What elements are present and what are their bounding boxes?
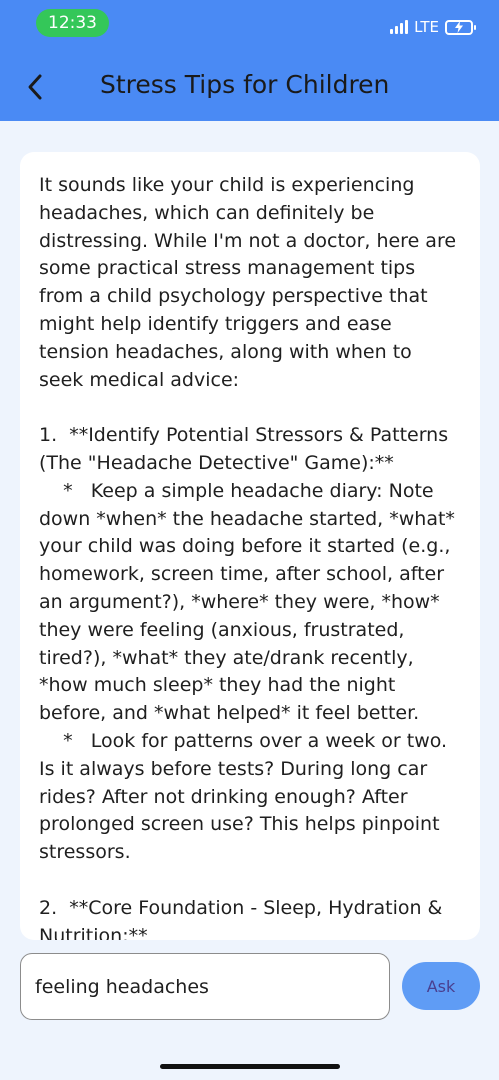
page-title: Stress Tips for Children — [100, 70, 390, 99]
response-text: It sounds like your child is experiencin… — [39, 174, 457, 940]
home-indicator — [160, 1064, 340, 1069]
ask-button[interactable]: Ask — [402, 962, 480, 1010]
app-header: 12:33 LTE Stress Tips for Children — [0, 0, 499, 121]
response-card[interactable]: It sounds like your child is experiencin… — [20, 152, 480, 940]
question-input[interactable] — [35, 975, 375, 998]
network-label: LTE — [414, 18, 439, 36]
signal-icon — [390, 20, 409, 34]
question-input-container[interactable] — [20, 953, 390, 1020]
status-indicators: LTE — [390, 16, 476, 38]
battery-charging-icon — [445, 19, 476, 35]
chevron-left-icon — [28, 74, 42, 100]
status-bar: 12:33 LTE — [0, 0, 499, 50]
status-time: 12:33 — [36, 9, 109, 37]
back-button[interactable] — [16, 68, 54, 106]
